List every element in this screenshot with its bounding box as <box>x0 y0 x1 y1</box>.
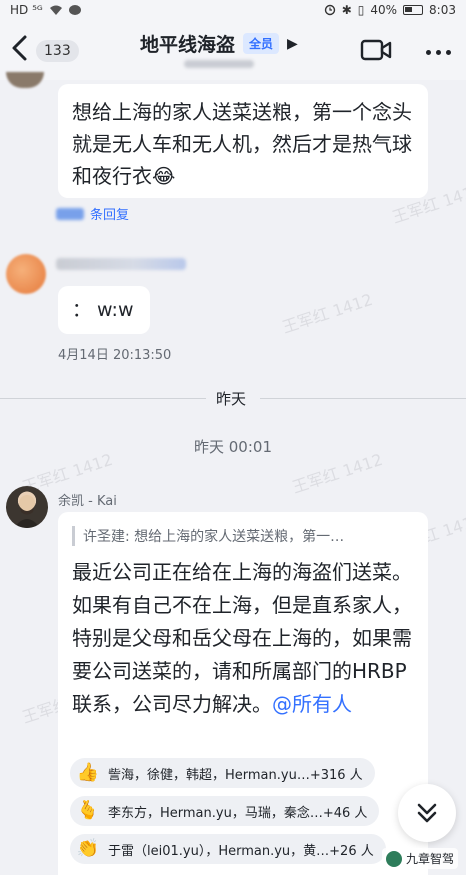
clock-time: 8:03 <box>429 3 456 17</box>
thumbs-up-icon: 👍 <box>76 762 100 783</box>
network-indicators: HD ⁵ᴳ <box>10 3 83 17</box>
battery-percent: 40% <box>370 3 398 17</box>
watermark: 王军红 1412 <box>279 289 375 337</box>
divider-line <box>0 398 206 399</box>
chat-header: 133 地平线海盗 全员 ▶ <box>0 20 466 80</box>
more-options-icon[interactable] <box>426 50 451 55</box>
wifi-icon <box>49 5 62 15</box>
clapping-icon: 👏 <box>76 838 100 859</box>
chat-app-icon <box>68 5 81 15</box>
avatar[interactable] <box>6 486 48 528</box>
reaction-users: 訾海，徐健，韩超，Herman.yu…+316 人 <box>108 767 363 783</box>
time-separator: 昨天 00:01 <box>194 438 272 456</box>
reply-avatars-blurred <box>56 207 84 220</box>
message-text: 最近公司正在给在上海的海盗们送菜。如果有自己不在上海，但是直系家人，特别是父母和… <box>72 556 418 721</box>
alarm-icon <box>324 4 335 16</box>
battery-icon <box>403 5 424 15</box>
quoted-message[interactable]: 许圣建: 想给上海的家人送菜送粮，第一… <box>72 526 412 546</box>
finger-heart-icon: 🫰 <box>76 800 100 821</box>
chat-title-group[interactable]: 地平线海盗 全员 ▶ <box>140 30 298 57</box>
sender-name-blurred <box>56 258 186 270</box>
bluetooth-icon: ✱ <box>341 3 352 17</box>
message-body: 最近公司正在给在上海的海盗们送菜。如果有自己不在上海，但是直系家人，特别是父母和… <box>72 560 412 716</box>
status-bar: HD ⁵ᴳ ✱ ▯ 40% 8:03 <box>0 0 466 20</box>
reaction-users: 于雷（lei01.yu），Herman.yu，黄…+26 人 <box>108 843 374 859</box>
date-divider-label: 昨天 <box>216 390 247 408</box>
vibrate-icon: ▯ <box>357 3 365 17</box>
system-indicators: ✱ ▯ 40% 8:03 <box>324 3 456 17</box>
chat-title: 地平线海盗 <box>140 34 236 56</box>
unread-count-badge[interactable]: 133 <box>36 40 79 62</box>
scroll-to-bottom-button[interactable] <box>398 784 456 842</box>
message-bubble[interactable]: 许圣建: 想给上海的家人送菜送粮，第一… 最近公司正在给在上海的海盗们送菜。如果… <box>58 512 428 875</box>
brand-logo-icon <box>386 850 402 867</box>
double-chevron-down-icon <box>417 803 437 823</box>
reply-count-label: 条回复 <box>90 208 130 223</box>
reaction-users: 李东方，Herman.yu，马瑞，秦念…+46 人 <box>108 805 368 821</box>
subtitle-blurred <box>184 60 254 68</box>
reply-count-link[interactable]: 条回复 <box>56 204 129 223</box>
video-call-icon[interactable] <box>360 38 392 62</box>
reaction-clapping[interactable]: 👏 于雷（lei01.yu），Herman.yu，黄…+26 人 <box>70 834 386 864</box>
brand-name: 九章智驾 <box>406 852 455 866</box>
message-bubble[interactable]: 想给上海的家人送菜送粮，第一个念头就是无人车和无人机，然后才是热气球和夜行衣😂 <box>58 84 428 198</box>
chevron-right-icon: ▶ <box>287 35 298 52</box>
message-bubble[interactable]: ： w:w <box>58 286 150 334</box>
avatar[interactable] <box>6 254 46 294</box>
divider-line <box>260 398 466 399</box>
mention-all-link[interactable]: @所有人 <box>272 692 352 716</box>
network-type-text: HD ⁵ᴳ <box>10 3 43 17</box>
reaction-finger-heart[interactable]: 🫰 李东方，Herman.yu，马瑞，秦念…+46 人 <box>70 796 380 826</box>
reaction-thumbs-up[interactable]: 👍 訾海，徐健，韩超，Herman.yu…+316 人 <box>70 758 375 788</box>
brand-watermark: 九章智驾 <box>382 848 459 869</box>
watermark: 王军红 1412 <box>289 449 385 497</box>
avatar[interactable] <box>6 72 44 88</box>
reactions-list: 👍 訾海，徐健，韩超，Herman.yu…+316 人 🫰 李东方，Herman… <box>70 758 386 872</box>
back-arrow-icon[interactable] <box>10 34 34 64</box>
message-timestamp: 4月14日 20:13:50 <box>58 348 172 363</box>
sender-name: 余凯 - Kai <box>58 494 117 509</box>
all-members-badge: 全员 <box>243 33 280 54</box>
